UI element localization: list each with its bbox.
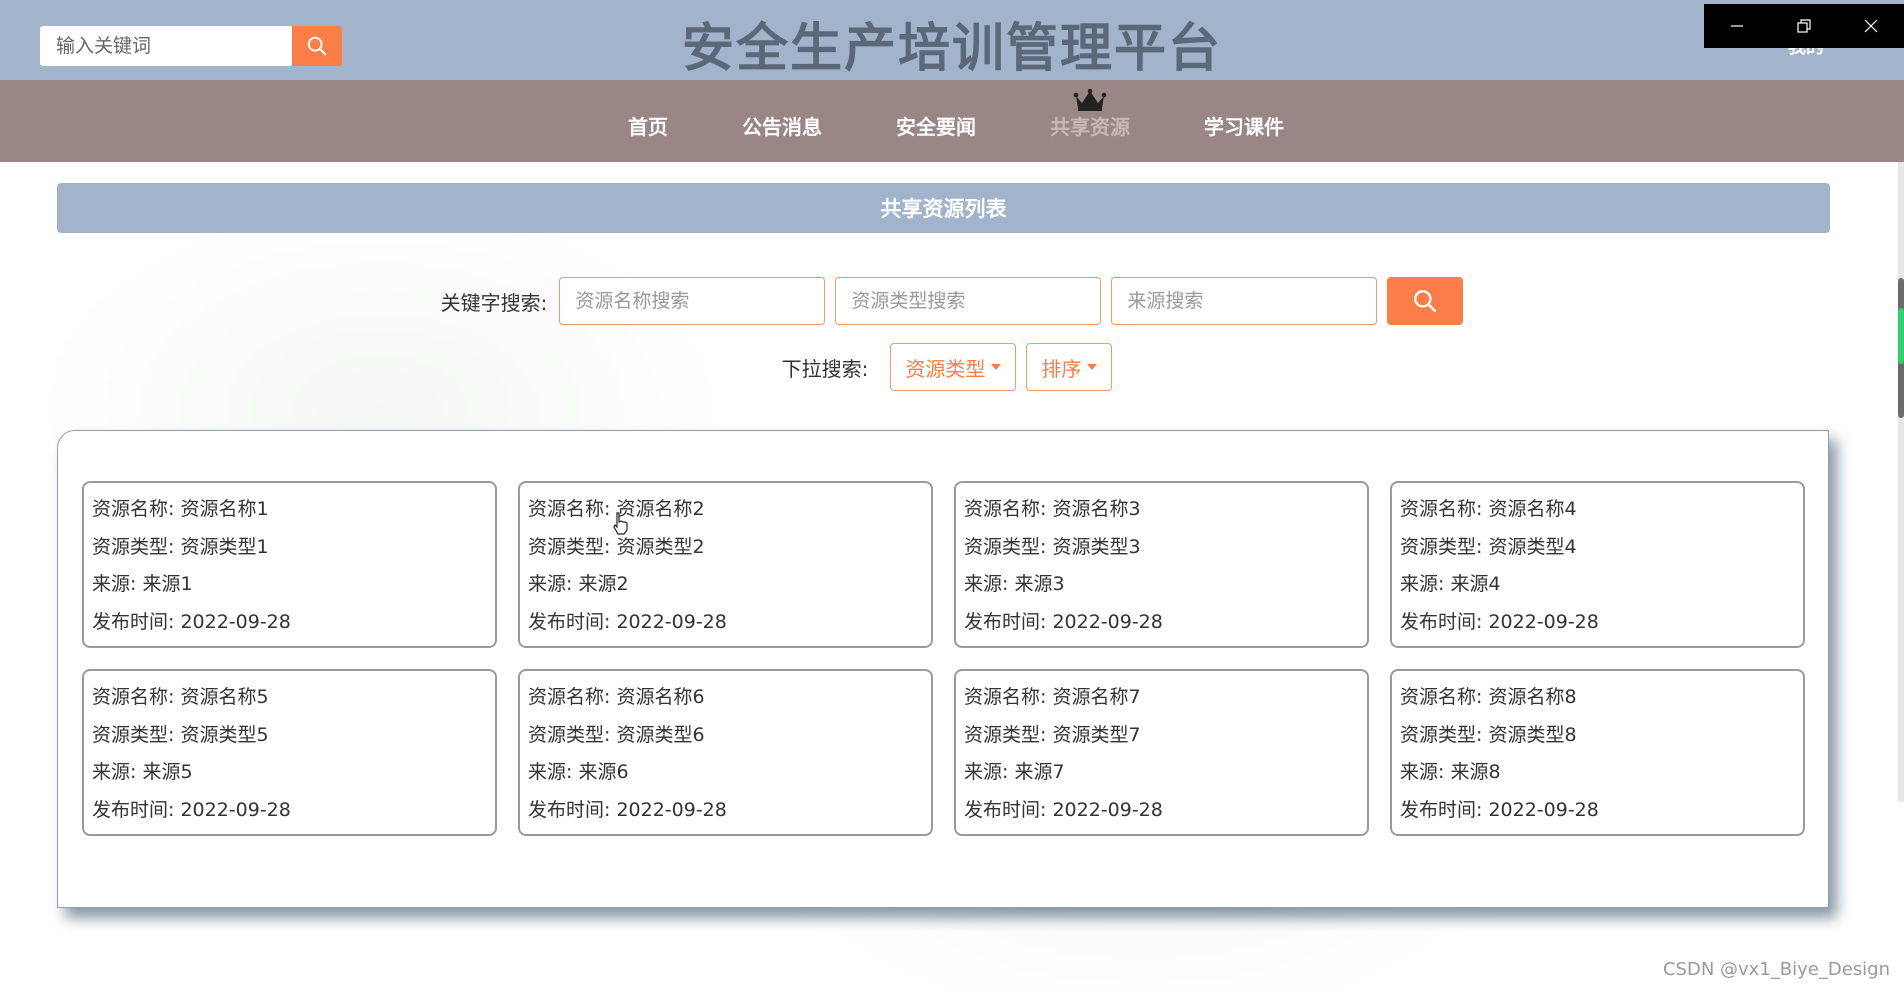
resource-name-search-input[interactable] bbox=[559, 277, 826, 325]
resource-type-dropdown-label: 资源类型 bbox=[905, 356, 986, 381]
resource-type-dropdown[interactable]: 资源类型 bbox=[890, 343, 1017, 391]
nav-item-label: 公告消息 bbox=[742, 114, 822, 139]
dropdown-search-label: 下拉搜索: bbox=[781, 356, 869, 381]
minimize-button[interactable] bbox=[1704, 4, 1771, 48]
resource-card[interactable]: 资源名称: 资源名称4 资源类型: 资源类型4 来源: 来源4 发布时间: 20… bbox=[1390, 481, 1805, 648]
resource-type: 资源类型: 资源类型2 bbox=[528, 535, 705, 558]
caret-down-icon bbox=[1087, 364, 1098, 370]
resource-type-search-input[interactable] bbox=[835, 277, 1102, 325]
resource-name: 资源名称: 资源名称4 bbox=[1400, 498, 1577, 520]
sort-dropdown[interactable]: 排序 bbox=[1026, 343, 1113, 391]
section-title-bar: 共享资源列表 bbox=[57, 183, 1830, 233]
header: 安全生产培训管理平台 我的 bbox=[0, 0, 1904, 80]
resource-source: 来源: 来源1 bbox=[92, 573, 193, 595]
resource-type: 资源类型: 资源类型6 bbox=[528, 723, 705, 746]
scrollbar-track[interactable] bbox=[1898, 162, 1904, 802]
resource-type: 资源类型: 资源类型3 bbox=[964, 535, 1141, 558]
resource-name: 资源名称: 资源名称6 bbox=[528, 686, 705, 708]
resource-type: 资源类型: 资源类型8 bbox=[1400, 723, 1577, 746]
nav-item-label: 首页 bbox=[628, 114, 668, 139]
nav-item-shared-resources[interactable]: 共享资源 bbox=[1013, 84, 1167, 166]
resource-type: 资源类型: 资源类型7 bbox=[964, 723, 1141, 746]
resource-type: 资源类型: 资源类型4 bbox=[1400, 535, 1577, 558]
minimize-icon bbox=[1731, 25, 1744, 27]
resource-date: 发布时间: 2022-09-28 bbox=[964, 610, 1163, 633]
resource-source: 来源: 来源7 bbox=[964, 761, 1065, 783]
watermark: CSDN @vx1_Biye_Design bbox=[1662, 959, 1890, 980]
resource-date: 发布时间: 2022-09-28 bbox=[1400, 798, 1599, 821]
crown-icon bbox=[1073, 88, 1107, 111]
hand-cursor-icon bbox=[613, 512, 628, 535]
nav-item-label: 安全要闻 bbox=[896, 114, 976, 139]
resource-name: 资源名称: 资源名称7 bbox=[964, 686, 1141, 708]
site-title: 安全生产培训管理平台 bbox=[681, 19, 1222, 79]
scrollbar-indicator bbox=[1898, 308, 1904, 364]
close-button[interactable] bbox=[1837, 4, 1904, 48]
keyword-search-button[interactable] bbox=[1387, 277, 1464, 325]
resource-card[interactable]: 资源名称: 资源名称8 资源类型: 资源类型8 来源: 来源8 发布时间: 20… bbox=[1390, 669, 1805, 836]
section-title: 共享资源列表 bbox=[880, 197, 1007, 221]
resource-source: 来源: 来源3 bbox=[964, 573, 1065, 595]
resource-name: 资源名称: 资源名称5 bbox=[92, 686, 269, 708]
nav-item-label: 共享资源 bbox=[1050, 114, 1130, 139]
resource-date: 发布时间: 2022-09-28 bbox=[92, 798, 291, 821]
resource-type: 资源类型: 资源类型5 bbox=[92, 723, 269, 746]
resource-type: 资源类型: 资源类型1 bbox=[92, 535, 269, 558]
restore-button[interactable] bbox=[1771, 4, 1838, 48]
resource-name: 资源名称: 资源名称8 bbox=[1400, 686, 1577, 708]
keyword-search-row: 关键字搜索: bbox=[0, 276, 1904, 326]
resource-card[interactable]: 资源名称: 资源名称2 资源类型: 资源类型2 来源: 来源2 发布时间: 20… bbox=[518, 481, 933, 648]
resource-source: 来源: 来源5 bbox=[92, 761, 193, 783]
resource-date: 发布时间: 2022-09-28 bbox=[1400, 610, 1599, 633]
sort-dropdown-label: 排序 bbox=[1041, 356, 1082, 381]
resource-source: 来源: 来源2 bbox=[528, 573, 629, 595]
resource-source: 来源: 来源8 bbox=[1400, 761, 1501, 783]
resource-card[interactable]: 资源名称: 资源名称1 资源类型: 资源类型1 来源: 来源1 发布时间: 20… bbox=[82, 481, 497, 648]
close-icon bbox=[1864, 19, 1878, 33]
nav-item-announcements[interactable]: 公告消息 bbox=[705, 84, 859, 166]
resource-name: 资源名称: 资源名称2 bbox=[528, 498, 705, 520]
nav-item-courseware[interactable]: 学习课件 bbox=[1167, 84, 1321, 166]
nav-item-home[interactable]: 首页 bbox=[591, 84, 705, 166]
resource-list-panel: 资源名称: 资源名称1 资源类型: 资源类型1 来源: 来源1 发布时间: 20… bbox=[57, 430, 1829, 908]
caret-down-icon bbox=[991, 364, 1002, 370]
nav-item-safety-news[interactable]: 安全要闻 bbox=[859, 84, 1013, 166]
resource-source: 来源: 来源6 bbox=[528, 761, 629, 783]
nav-items: 首页 公告消息 安全要闻 共享资源 学习课件 bbox=[591, 76, 1321, 166]
resource-date: 发布时间: 2022-09-28 bbox=[528, 798, 727, 821]
window-controls bbox=[1704, 4, 1904, 48]
resource-date: 发布时间: 2022-09-28 bbox=[964, 798, 1163, 821]
resource-card[interactable]: 资源名称: 资源名称3 资源类型: 资源类型3 来源: 来源3 发布时间: 20… bbox=[954, 481, 1369, 648]
source-search-input[interactable] bbox=[1111, 277, 1378, 325]
resource-card[interactable]: 资源名称: 资源名称7 资源类型: 资源类型7 来源: 来源7 发布时间: 20… bbox=[954, 669, 1369, 836]
resource-source: 来源: 来源4 bbox=[1400, 573, 1501, 595]
resource-card[interactable]: 资源名称: 资源名称6 资源类型: 资源类型6 来源: 来源6 发布时间: 20… bbox=[518, 669, 933, 836]
resource-card[interactable]: 资源名称: 资源名称5 资源类型: 资源类型5 来源: 来源5 发布时间: 20… bbox=[82, 669, 497, 836]
dropdown-search-row: 下拉搜索: 资源类型 排序 bbox=[0, 342, 1904, 392]
search-icon bbox=[1414, 290, 1437, 313]
keyword-search-label: 关键字搜索: bbox=[440, 290, 548, 315]
resource-date: 发布时间: 2022-09-28 bbox=[92, 610, 291, 633]
resource-name: 资源名称: 资源名称1 bbox=[92, 498, 269, 520]
resource-name: 资源名称: 资源名称3 bbox=[964, 498, 1141, 520]
main-nav: 首页 公告消息 安全要闻 共享资源 学习课件 bbox=[0, 80, 1904, 162]
resource-grid: 资源名称: 资源名称1 资源类型: 资源类型1 来源: 来源1 发布时间: 20… bbox=[82, 481, 1805, 836]
restore-icon bbox=[1797, 19, 1811, 33]
nav-item-label: 学习课件 bbox=[1204, 114, 1284, 139]
resource-date: 发布时间: 2022-09-28 bbox=[528, 610, 727, 633]
